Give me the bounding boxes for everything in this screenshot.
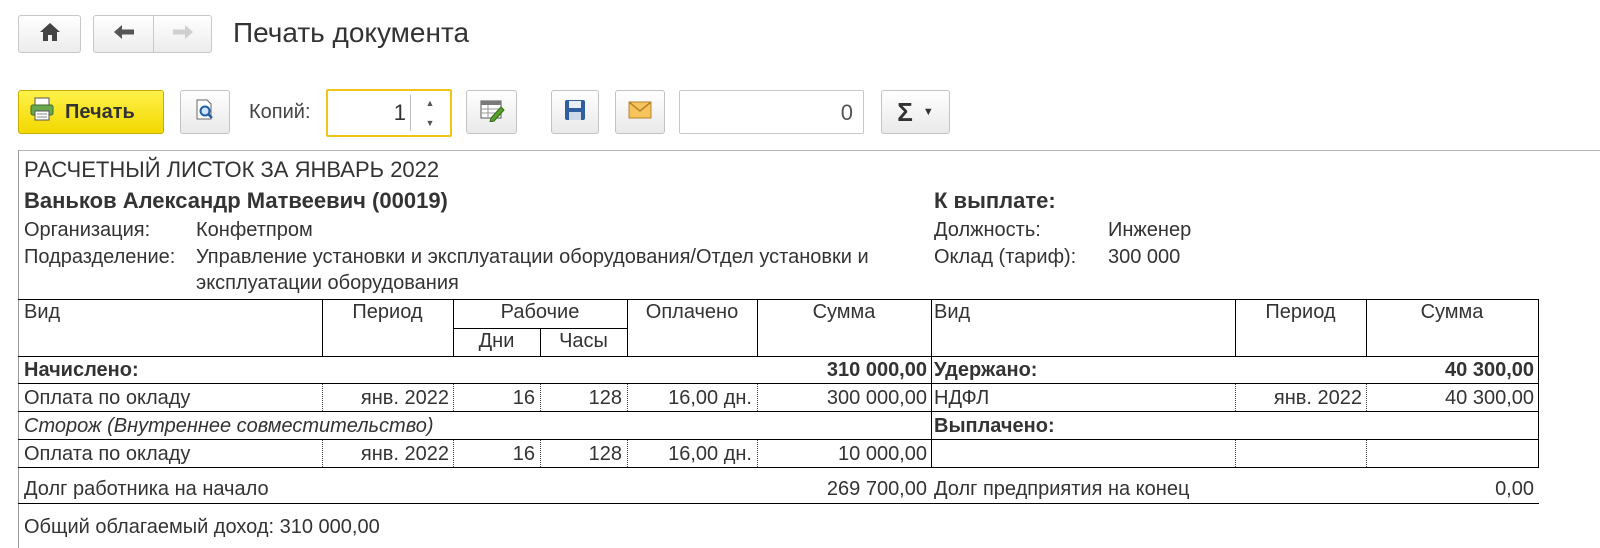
employee-name: Ваньков Александр Матвеевич (00019) <box>24 188 448 213</box>
accrued-total: 310 000,00 <box>826 359 927 381</box>
row2-dotted-6 <box>1235 440 1236 467</box>
taxable-income: Общий облагаемый доход: 310 000,00 <box>24 516 380 538</box>
header-vid: Вид <box>24 301 61 323</box>
header-period: Период <box>352 301 423 323</box>
forward-button[interactable] <box>153 15 212 53</box>
row2-vid: Оплата по окладу <box>24 443 191 465</box>
salary-label: Оклад (тариф): <box>934 246 1077 268</box>
row2-hours: 128 <box>588 443 622 465</box>
salary-value: 300 000 <box>1108 246 1181 268</box>
row1-days: 16 <box>512 387 535 409</box>
sum-mode-dropdown[interactable]: Σ ▼ <box>881 90 950 134</box>
header-period2: Период <box>1265 301 1336 323</box>
debt-end-label: Долг предприятия на конец <box>934 478 1190 500</box>
spin-up-button[interactable]: ▲ <box>414 93 446 113</box>
header-sum2: Сумма <box>1420 301 1484 323</box>
edit-table-button[interactable] <box>466 90 517 134</box>
col-right-border <box>1538 299 1539 467</box>
table-edit-icon <box>479 98 505 127</box>
sigma-icon: Σ <box>897 96 913 127</box>
page-title: Печать документа <box>233 17 470 48</box>
section2-bottom-line <box>18 439 1539 440</box>
dept-value-line2: эксплуатации оборудования <box>196 272 459 294</box>
row2-period: янв. 2022 <box>360 443 449 465</box>
to-pay-label: К выплате: <box>934 188 1056 213</box>
table-top-line <box>18 299 1539 300</box>
arrow-right-icon <box>171 23 195 46</box>
copies-label: Копий: <box>249 101 311 123</box>
document-top-border <box>18 150 1600 151</box>
header-working: Рабочие <box>500 301 580 323</box>
header-hours: Часы <box>559 330 608 352</box>
row1-hours: 128 <box>588 387 622 409</box>
header-sum: Сумма <box>812 301 876 323</box>
save-button[interactable] <box>551 90 599 134</box>
paid-out-label: Выплачено: <box>934 415 1055 437</box>
floppy-disk-icon <box>564 99 586 126</box>
col-divider-middle <box>931 299 932 467</box>
row1-right-vid: НДФЛ <box>934 387 990 409</box>
withheld-total: 40 300,00 <box>1445 359 1534 381</box>
header-paid: Оплачено <box>645 301 739 323</box>
document-left-border <box>18 150 19 548</box>
copies-input[interactable]: 1 ▲ ▼ <box>326 89 452 137</box>
spin-separator <box>410 95 411 131</box>
copies-value: 1 <box>393 100 406 125</box>
home-button[interactable] <box>18 15 81 53</box>
row2-dotted-7 <box>1366 440 1367 467</box>
debt-start-value: 269 700,00 <box>826 478 927 500</box>
accrued-bottom-line <box>18 383 1539 384</box>
withheld-label: Удержано: <box>934 359 1038 381</box>
arrow-left-icon <box>112 23 136 46</box>
print-button[interactable]: Печать <box>18 90 164 134</box>
header-vid2: Вид <box>934 301 971 323</box>
dept-label: Подразделение: <box>24 246 176 268</box>
row2-days: 16 <box>512 443 535 465</box>
row1-vid: Оплата по окладу <box>24 387 191 409</box>
caret-down-icon: ▼ <box>425 118 435 128</box>
preview-magnifier-icon <box>193 98 217 127</box>
header-bottom-line <box>18 356 1539 357</box>
preview-button[interactable] <box>180 90 230 134</box>
back-button[interactable] <box>93 15 154 53</box>
row2-sum: 10 000,00 <box>838 443 927 465</box>
send-email-button[interactable] <box>615 90 665 134</box>
envelope-icon <box>628 100 652 124</box>
selected-sum-value: 0 <box>840 100 853 125</box>
header-days: Дни <box>478 330 515 352</box>
row1-right-period: янв. 2022 <box>1273 387 1362 409</box>
row1-paid: 16,00 дн. <box>668 387 752 409</box>
row2-bottom-line <box>18 467 1539 468</box>
home-icon <box>39 22 61 47</box>
debt-bottom-line <box>18 503 1539 504</box>
debt-start-label: Долг работника на начало <box>24 478 269 500</box>
chevron-down-icon: ▼ <box>922 106 934 118</box>
caret-up-icon: ▲ <box>425 98 435 108</box>
selected-sum-field[interactable]: 0 <box>679 90 864 134</box>
row1-period: янв. 2022 <box>360 387 449 409</box>
position-label: Должность: <box>934 219 1041 241</box>
row1-bottom-line <box>18 411 1539 412</box>
accrued-label: Начислено: <box>24 359 139 381</box>
section2-title: Сторож (Внутреннее совместительство) <box>24 415 434 437</box>
row1-right-sum: 40 300,00 <box>1445 387 1534 409</box>
dept-value-line1: Управление установки и эксплуатации обор… <box>196 246 869 268</box>
document-heading: РАСЧЕТНЫЙ ЛИСТОК ЗА ЯНВАРЬ 2022 <box>24 157 440 182</box>
org-label: Организация: <box>24 219 151 241</box>
debt-end-value: 0,00 <box>1495 478 1534 500</box>
printer-icon <box>29 97 55 127</box>
org-value: Конфетпром <box>196 219 313 241</box>
row2-paid: 16,00 дн. <box>668 443 752 465</box>
position-value: Инженер <box>1108 219 1192 241</box>
row1-sum: 300 000,00 <box>826 387 927 409</box>
spin-down-button[interactable]: ▼ <box>414 113 446 133</box>
print-label: Печать <box>65 100 135 123</box>
